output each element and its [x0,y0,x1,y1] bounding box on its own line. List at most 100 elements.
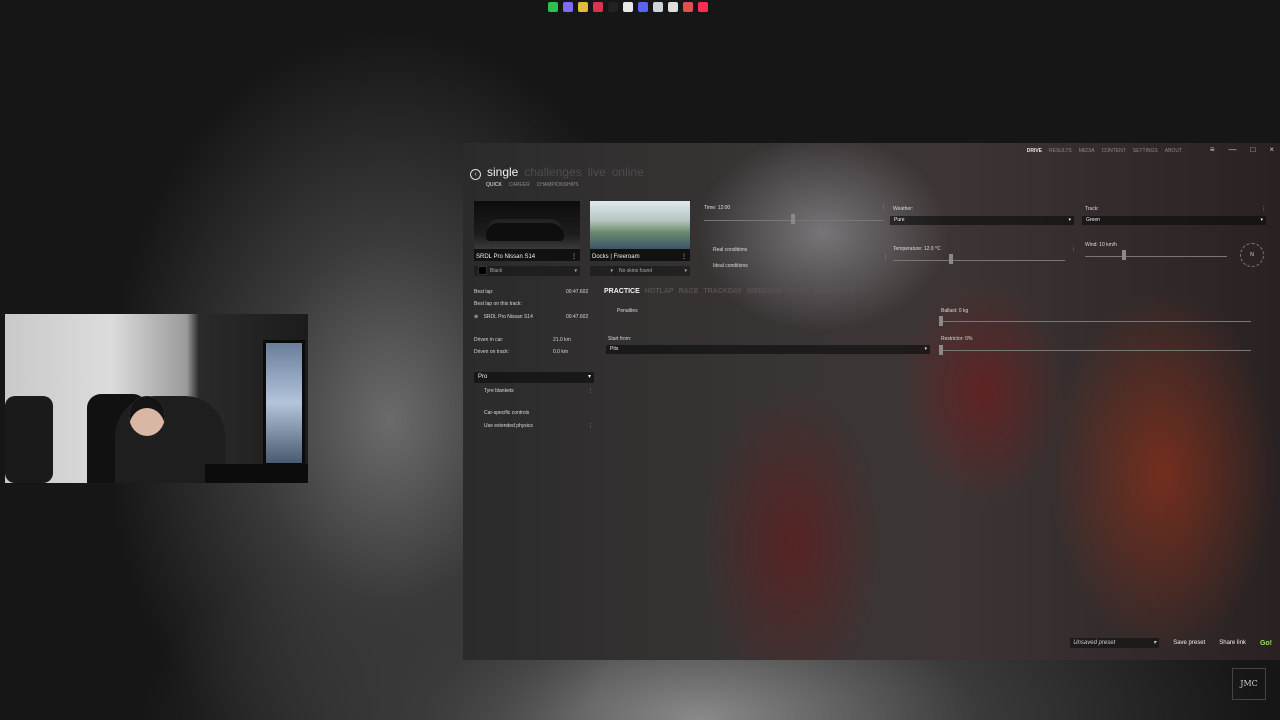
ballast-slider-thumb[interactable] [939,316,943,326]
go-button[interactable]: Go! [1260,640,1272,647]
tab-online[interactable]: online [612,165,644,179]
nav-about[interactable]: ABOUT [1165,148,1182,154]
driven-in-car-label: Driven in car: [474,337,504,343]
menu-icon[interactable]: ≡ [1210,145,1215,154]
assists-preset-select[interactable]: Pro ▾ [474,372,594,383]
tab-career[interactable]: CAREER [509,182,530,188]
track-layout-select[interactable]: ▾ [590,266,616,276]
temperature-slider[interactable] [893,260,1065,261]
tab-weekend[interactable]: WEEKEND [747,288,783,295]
start-from-label: Start from: [608,336,632,342]
car-more-icon[interactable]: ⋮ [571,253,577,260]
app-icon-clover[interactable] [548,2,558,12]
tab-hotlap[interactable]: HOTLAP [645,288,674,295]
penalties-checkbox-label[interactable]: Penalties [617,308,638,314]
track-state-more-icon[interactable]: ⋮ [1261,206,1266,212]
stream-logo: JMC [1232,668,1266,700]
time-more-icon[interactable]: ⋮ [881,205,886,211]
maximize-icon[interactable]: □ [1250,145,1255,154]
best-lap-value: 00:47.602 [566,289,589,295]
extended-physics-more-icon[interactable]: ⋮ [588,423,593,429]
app-icon-dark[interactable] [608,2,618,12]
back-arrow-icon[interactable]: ‹ [470,169,481,180]
car-name: SRDL Pro Nissan S14 [476,254,536,260]
nav-settings[interactable]: SETTINGS [1133,148,1158,154]
ballast-label: Ballast: 0 kg [941,308,969,314]
tab-live[interactable]: live [588,165,606,179]
tab-quick[interactable]: QUICK [486,182,502,188]
nav-drive[interactable]: DRIVE [1027,148,1042,154]
temperature-slider-thumb[interactable] [949,254,953,264]
extended-physics-label[interactable]: Use extended physics [484,423,533,429]
tab-drift[interactable]: DRIFT [788,288,809,295]
tab-practice[interactable]: PRACTICE [604,288,640,295]
nav-content[interactable]: CONTENT [1102,148,1126,154]
share-link-button[interactable]: Share link [1219,640,1246,646]
chevron-down-icon: ▾ [684,268,687,274]
car-card[interactable]: SRDL Pro Nissan S14 ⋮ [474,201,580,261]
nav-media[interactable]: MEDIA [1079,148,1095,154]
app-icon-discord[interactable] [638,2,648,12]
wind-slider[interactable] [1085,256,1227,257]
chevron-down-icon: ▾ [924,346,927,352]
start-from-select[interactable]: Pits ▾ [606,345,930,354]
wind-direction-compass[interactable]: N [1240,243,1264,267]
tab-trackday[interactable]: TRACKDAY [703,288,742,295]
mode-tabs: ‹ single challenges live online [470,165,644,180]
temperature-label: Temperature: 12.0 °C [893,246,941,252]
app-icon-folder[interactable] [578,2,588,12]
skin-color-swatch [478,266,487,276]
close-icon[interactable]: × [1269,145,1274,154]
app-icon-chrome[interactable] [623,2,633,12]
app-icon-tiktok[interactable] [698,2,708,12]
weather-label: Weather: [893,206,914,212]
app-icon-purple[interactable] [563,2,573,12]
driven-on-track-label: Driven on track: [474,349,510,355]
chevron-down-icon: ▾ [587,374,591,380]
car-skin-select[interactable]: Black ▾ [474,266,580,276]
app-icon-steam[interactable] [653,2,663,12]
preset-value: Unsaved preset [1073,640,1116,646]
weather-value: Pure [894,217,905,223]
ballast-slider[interactable] [941,321,1251,322]
chevron-down-icon: ▾ [1260,217,1263,223]
tab-drag-race[interactable]: DRAG RACE [813,288,855,295]
real-conditions-label[interactable]: Real conditions [713,247,747,253]
restrictor-slider[interactable] [941,350,1251,351]
save-preset-button[interactable]: Save preset [1173,640,1205,646]
track-card[interactable]: Docks | Freeroam ⋮ [590,201,690,261]
tab-championships[interactable]: CHAMPIONSHIPS [537,182,579,188]
tab-challenges[interactable]: challenges [524,165,581,179]
temperature-more-icon[interactable]: ⋮ [1071,246,1076,252]
track-skin-select[interactable]: No skins found ▾ [615,266,690,276]
wind-label: Wind: 10 km/h [1085,242,1117,248]
weather-select[interactable]: Pure ▾ [890,216,1074,225]
wind-slider-thumb[interactable] [1122,250,1126,260]
chevron-down-icon: ▾ [1153,640,1157,646]
tyre-blankets-label[interactable]: Tyre blankets [484,388,514,394]
car-preview-image [474,201,580,249]
time-slider-thumb[interactable] [791,214,795,224]
webcam-chair-left [5,396,53,483]
track-state-select[interactable]: Green ▾ [1082,216,1266,225]
ideal-conditions-label[interactable]: Ideal conditions [713,263,748,269]
bottom-action-bar: Unsaved preset ▾ Save preset Share link … [1070,638,1272,648]
restrictor-slider-thumb[interactable] [939,345,943,355]
car-specific-controls-label[interactable]: Car-specific controls [484,410,529,416]
webcam-monitor [263,340,305,466]
conditions-more-icon[interactable]: ⋮ [883,255,888,261]
app-icon-arrow[interactable] [683,2,693,12]
tab-race[interactable]: RACE [679,288,699,295]
taskbar [544,0,712,14]
nav-results[interactable]: RESULTS [1049,148,1072,154]
app-icon-red[interactable] [593,2,603,12]
tyre-blankets-more-icon[interactable]: ⋮ [588,388,593,394]
car-skin-value: Black [490,268,503,274]
preset-select[interactable]: Unsaved preset ▾ [1070,638,1160,648]
track-state-label: Track: [1085,206,1099,212]
minimize-icon[interactable]: — [1228,145,1236,154]
track-more-icon[interactable]: ⋮ [681,253,687,260]
tab-single[interactable]: single [487,165,518,179]
app-icon-obs[interactable] [668,2,678,12]
track-preview-image [590,201,690,249]
